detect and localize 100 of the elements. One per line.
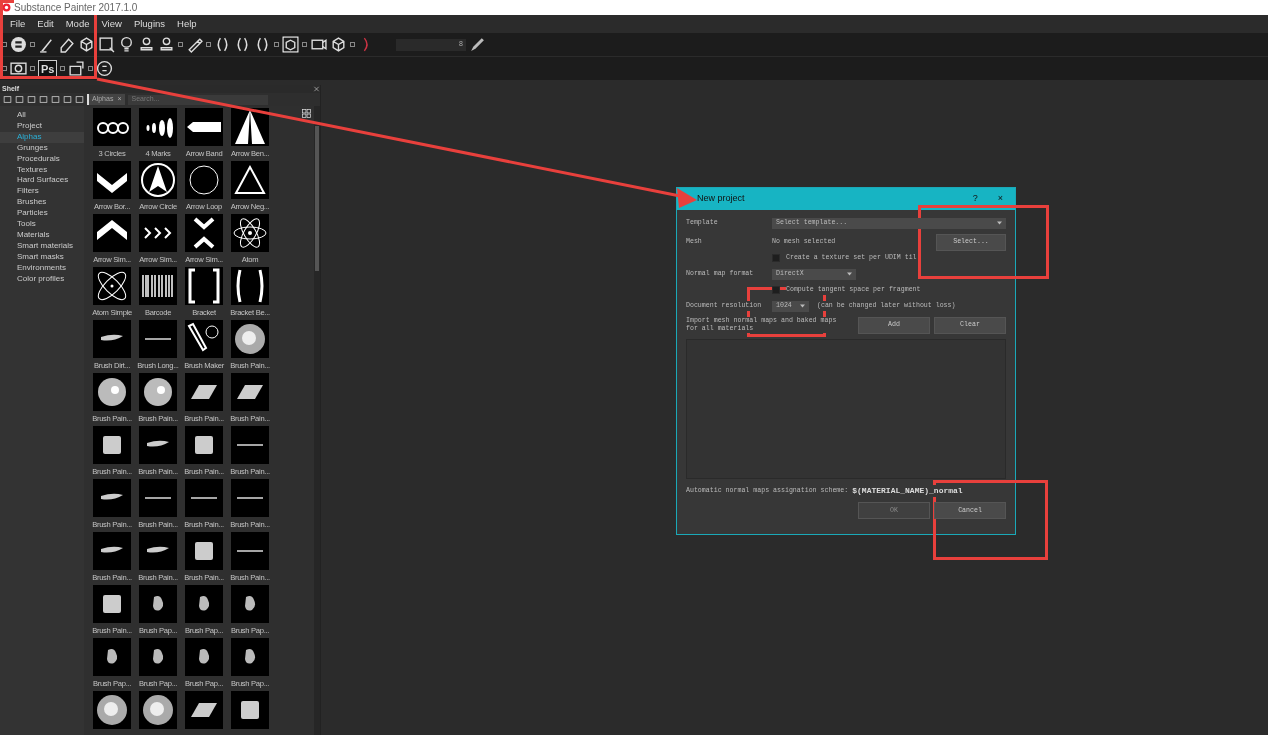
close-icon[interactable]: [313, 85, 320, 93]
parentheses-icon[interactable]: [231, 267, 269, 305]
caret-icon: [847, 272, 852, 276]
stroke-icon[interactable]: [139, 426, 177, 464]
slab-icon[interactable]: [185, 691, 223, 729]
blot-icon[interactable]: [185, 585, 223, 623]
blot-icon[interactable]: [139, 638, 177, 676]
selection-icon[interactable]: [98, 36, 115, 53]
swirl-icon[interactable]: [139, 691, 177, 729]
dock-icon[interactable]: [274, 42, 279, 47]
category-item[interactable]: Alphas: [0, 131, 84, 143]
brush-icon[interactable]: [38, 36, 55, 53]
circles-icon[interactable]: [93, 108, 131, 146]
s-circle-icon[interactable]: [96, 60, 114, 77]
swirl-icon[interactable]: [231, 320, 269, 358]
category-item[interactable]: Textures: [0, 164, 84, 176]
checkbox[interactable]: [772, 254, 780, 262]
dock-icon[interactable]: [30, 66, 35, 71]
screenshot-icon[interactable]: [10, 60, 27, 77]
category-item[interactable]: Particles: [0, 208, 84, 220]
patch-icon[interactable]: [231, 691, 269, 729]
swirl-icon[interactable]: [93, 691, 131, 729]
category-item[interactable]: Tools: [0, 219, 84, 230]
barcode-icon[interactable]: [139, 267, 177, 305]
caret-icon: [997, 221, 1002, 225]
slab-icon[interactable]: [185, 373, 223, 411]
atom-icon[interactable]: [231, 214, 269, 252]
category-item[interactable]: Materials: [0, 229, 84, 241]
patch-icon[interactable]: [93, 426, 131, 464]
category-item[interactable]: Hard Surfaces: [0, 175, 84, 187]
chevrons-icon[interactable]: [139, 214, 177, 252]
menu-item[interactable]: Mode: [59, 16, 96, 32]
camera-icon[interactable]: [310, 36, 327, 53]
scheme-value: $(MATERIAL_NAME)_normal: [852, 485, 963, 497]
orbits-icon[interactable]: [93, 267, 131, 305]
category-item[interactable]: Grunges: [0, 142, 84, 154]
dock-icon[interactable]: [302, 42, 307, 47]
dock-icon[interactable]: [2, 42, 7, 47]
checkbox[interactable]: [772, 286, 780, 294]
dropper-icon[interactable]: [186, 36, 203, 53]
arrow-circle-icon[interactable]: [139, 161, 177, 199]
eraser-icon[interactable]: [58, 36, 75, 53]
menu-item[interactable]: View: [95, 16, 128, 32]
dock-icon[interactable]: [178, 42, 183, 47]
dock-icon[interactable]: [88, 66, 94, 71]
chevron-pair-icon[interactable]: [185, 214, 223, 252]
stroke-icon[interactable]: [93, 320, 131, 358]
category-item[interactable]: Filters: [0, 186, 84, 198]
arrow-band-icon[interactable]: [185, 108, 223, 146]
photoshop-button[interactable]: Ps: [38, 59, 58, 78]
cube-icon[interactable]: [330, 36, 347, 53]
caret-icon: [800, 304, 805, 308]
slab-icon[interactable]: [231, 373, 269, 411]
bulb-icon[interactable]: [118, 36, 135, 53]
menu-item[interactable]: Help: [171, 16, 203, 32]
category-item[interactable]: Procedurals: [0, 153, 84, 165]
cube-icon[interactable]: [78, 36, 95, 53]
blot-icon[interactable]: [93, 638, 131, 676]
category-item[interactable]: Color profiles: [0, 273, 84, 285]
menu-item[interactable]: Plugins: [127, 16, 172, 32]
category-item[interactable]: Environments: [0, 262, 84, 274]
scrollbar[interactable]: [314, 106, 320, 735]
menu-item[interactable]: File: [4, 16, 32, 32]
s-logo-icon[interactable]: [10, 36, 27, 53]
category-item[interactable]: Brushes: [0, 197, 84, 209]
marks-icon[interactable]: [139, 108, 177, 146]
stroke-icon[interactable]: [139, 532, 177, 570]
dock-icon[interactable]: [350, 42, 355, 47]
blot-icon[interactable]: [231, 638, 269, 676]
dock-icon[interactable]: [30, 42, 35, 47]
chevron-down-icon[interactable]: [93, 161, 131, 199]
blot-icon[interactable]: [139, 585, 177, 623]
patch-icon[interactable]: [93, 585, 131, 623]
export-icon[interactable]: [68, 60, 86, 77]
blot-icon[interactable]: [231, 585, 269, 623]
category-item[interactable]: Project: [0, 120, 84, 132]
grid-view-icon[interactable]: [302, 109, 311, 118]
category-item[interactable]: All: [0, 110, 84, 121]
bracket-icon[interactable]: [185, 267, 223, 305]
category-item[interactable]: Smart masks: [0, 251, 84, 263]
loop-icon[interactable]: [185, 161, 223, 199]
stamp-icon[interactable]: [138, 36, 155, 53]
patch-icon[interactable]: [185, 426, 223, 464]
brush-gear-icon[interactable]: [185, 320, 223, 358]
menu-item[interactable]: Edit: [31, 16, 60, 32]
dock-icon[interactable]: [60, 66, 66, 71]
stamp-icon[interactable]: [158, 36, 175, 53]
chevron-up-icon[interactable]: [93, 214, 131, 252]
dock-icon[interactable]: [2, 66, 7, 71]
dialog-title: New project: [697, 192, 745, 206]
stroke-icon[interactable]: [93, 479, 131, 517]
close-button[interactable]: ×: [997, 192, 1003, 206]
stroke-icon[interactable]: [93, 532, 131, 570]
pen-icon[interactable]: [469, 36, 486, 53]
dock-icon[interactable]: [206, 42, 211, 47]
help-button[interactable]: ?: [972, 192, 978, 206]
category-item[interactable]: Smart materials: [0, 240, 84, 252]
blot-icon[interactable]: [185, 638, 223, 676]
patch-icon[interactable]: [185, 532, 223, 570]
view-cube-icon[interactable]: [282, 36, 299, 53]
